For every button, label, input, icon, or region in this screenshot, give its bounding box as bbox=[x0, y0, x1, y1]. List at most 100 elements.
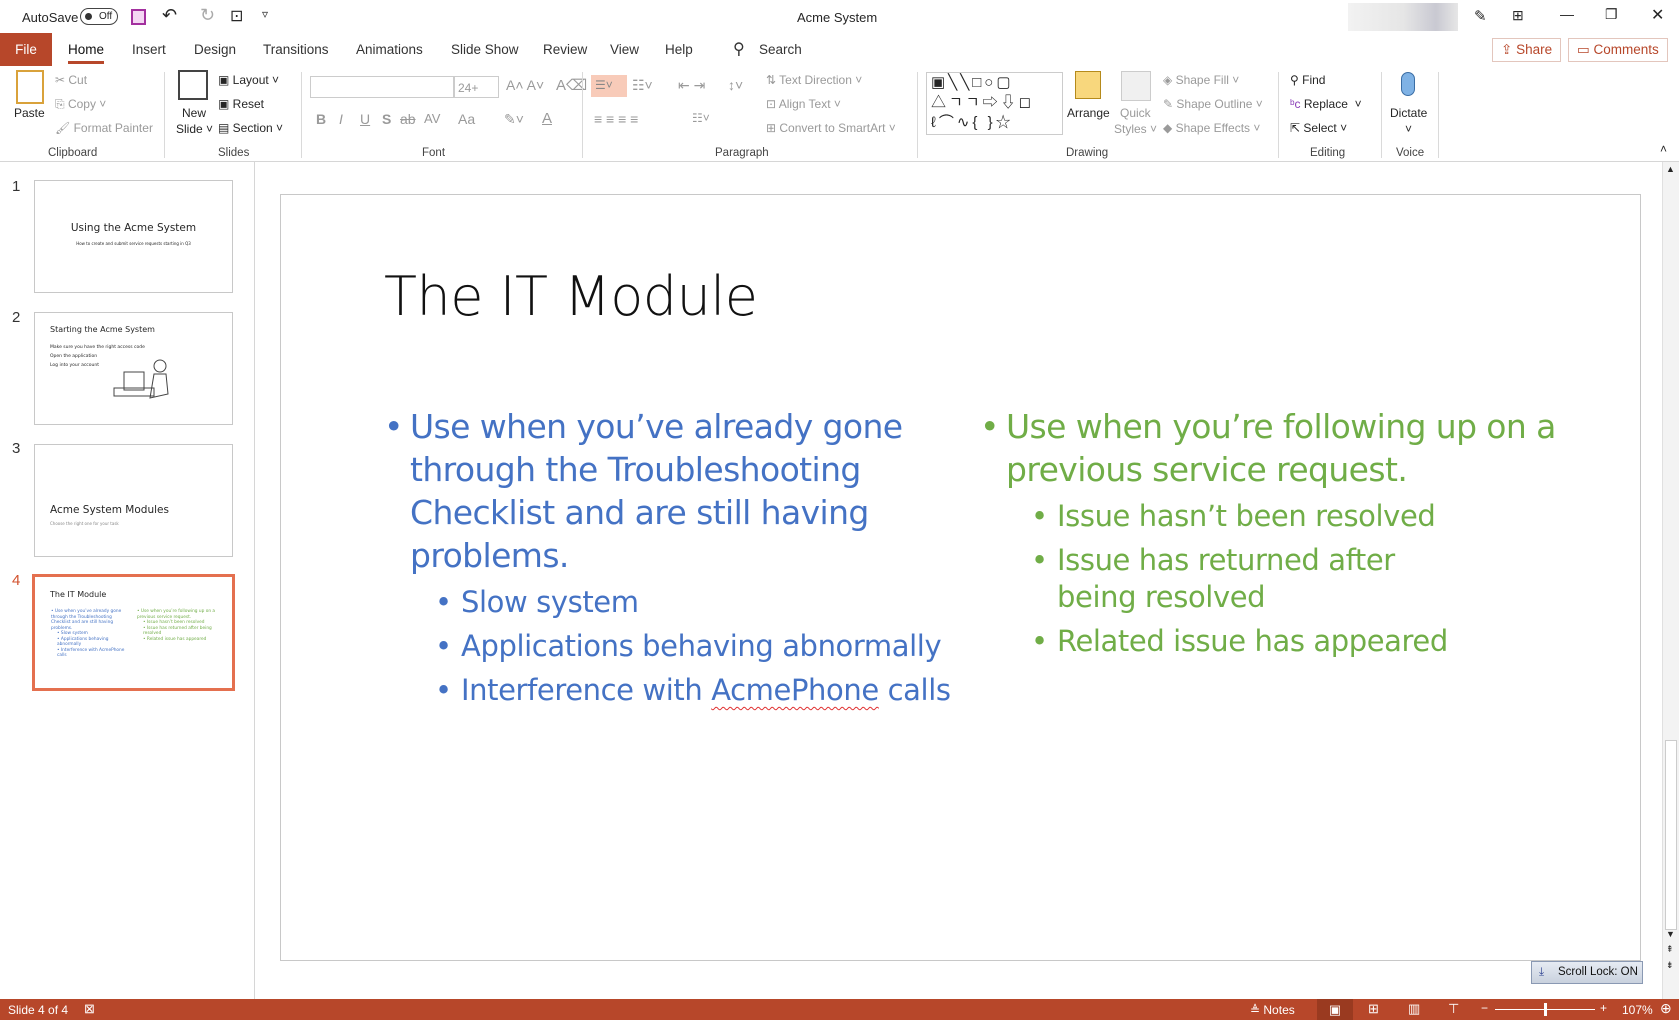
layout-label: Layout bbox=[232, 73, 269, 87]
misspelled-word[interactable]: AcmePhone bbox=[711, 673, 879, 707]
zoom-in-button[interactable]: + bbox=[1600, 1001, 1607, 1015]
minimize-icon[interactable]: — bbox=[1560, 6, 1574, 22]
align-buttons[interactable]: ≡ ≡ ≡ ≡ bbox=[594, 111, 638, 127]
redo-icon[interactable]: ↻ bbox=[200, 5, 215, 26]
microphone-icon[interactable] bbox=[1401, 72, 1415, 96]
cut-button[interactable]: ✂ Cut bbox=[55, 73, 87, 87]
arrange-button[interactable]: Arrange bbox=[1067, 106, 1110, 120]
search-box[interactable]: Search bbox=[759, 42, 802, 57]
smartart-button[interactable]: ⊞ Convert to SmartArt ˅ bbox=[766, 121, 896, 135]
arrange-icon[interactable] bbox=[1075, 71, 1101, 99]
right-content-placeholder[interactable]: Use when you’re following up on a previo… bbox=[980, 405, 1560, 660]
scroll-down-icon[interactable]: ▼ bbox=[1666, 929, 1675, 939]
save-icon[interactable] bbox=[131, 9, 146, 25]
strikethrough-button[interactable]: ab bbox=[400, 111, 416, 127]
slideshow-view-button[interactable]: ⊤ bbox=[1448, 1001, 1459, 1017]
bold-button[interactable]: B bbox=[316, 111, 326, 127]
format-painter-button[interactable]: 🖌 Format Painter bbox=[55, 121, 153, 135]
align-text-button[interactable]: ⊡ Align Text ˅ bbox=[766, 97, 841, 111]
dictate-dropdown[interactable]: ˅ bbox=[1405, 122, 1412, 136]
increase-font-icon[interactable]: A˄ A˅ bbox=[506, 77, 544, 93]
tab-animations[interactable]: Animations bbox=[356, 42, 423, 57]
close-icon[interactable]: ✕ bbox=[1651, 5, 1664, 25]
italic-button[interactable]: I bbox=[339, 111, 343, 127]
slide-thumbnail-2[interactable]: Starting the Acme System Make sure you h… bbox=[34, 312, 233, 425]
restore-icon[interactable]: ❐ bbox=[1605, 6, 1618, 23]
select-button[interactable]: ⇱ Select ˅ bbox=[1290, 121, 1347, 135]
tab-file[interactable]: File bbox=[0, 33, 52, 66]
accessibility-icon[interactable]: ⊠ bbox=[84, 1001, 95, 1017]
shape-outline-button[interactable]: ✎ Shape Outline ˅ bbox=[1163, 97, 1263, 111]
slide-sorter-button[interactable]: ⊞ bbox=[1368, 1001, 1379, 1017]
replace-button[interactable]: ᵇc Replace ˅ bbox=[1290, 97, 1362, 111]
previous-slide-icon[interactable]: ⇞ bbox=[1666, 944, 1674, 955]
notes-button[interactable]: ≜ Notes bbox=[1250, 1003, 1295, 1017]
bullets-button[interactable]: ☰˅ bbox=[591, 75, 627, 97]
comments-button[interactable]: ▭ Comments bbox=[1568, 38, 1668, 62]
zoom-slider-thumb[interactable] bbox=[1544, 1003, 1547, 1016]
indent-buttons[interactable]: ⇤ ⇥ bbox=[678, 77, 705, 94]
new-slide-dropdown[interactable]: Slide ˅ bbox=[176, 122, 213, 136]
next-slide-icon[interactable]: ⇟ bbox=[1666, 960, 1674, 971]
account-avatar[interactable] bbox=[1348, 3, 1458, 31]
fit-to-window-icon[interactable]: ⊕ bbox=[1660, 1000, 1672, 1017]
paste-button[interactable]: Paste bbox=[14, 106, 45, 120]
slide-thumbnail-4[interactable]: The IT Module • Use when you’ve already … bbox=[32, 574, 235, 691]
zoom-out-button[interactable]: − bbox=[1481, 1001, 1488, 1015]
reset-button[interactable]: ▣ Reset bbox=[218, 97, 264, 111]
scrollbar-thumb[interactable] bbox=[1665, 740, 1677, 930]
font-name-input[interactable] bbox=[310, 76, 454, 98]
new-slide-icon[interactable] bbox=[178, 70, 208, 100]
normal-view-button[interactable]: ▣ bbox=[1317, 999, 1353, 1020]
shadow-button[interactable]: S bbox=[382, 111, 391, 127]
shape-effects-button[interactable]: ◆ Shape Effects ˅ bbox=[1163, 121, 1260, 135]
new-slide-button-label[interactable]: New bbox=[182, 106, 206, 120]
slide-thumbnail-1[interactable]: Using the Acme System How to create and … bbox=[34, 180, 233, 293]
line-spacing-button[interactable]: ↕˅ bbox=[728, 77, 743, 93]
customize-toolbar-icon[interactable]: ▿ bbox=[262, 7, 268, 21]
section-button[interactable]: ▤ Section ˅ bbox=[218, 121, 283, 135]
font-color-button[interactable]: A bbox=[542, 110, 552, 127]
tab-transitions[interactable]: Transitions bbox=[263, 42, 329, 57]
zoom-level[interactable]: 107% bbox=[1622, 1003, 1653, 1017]
slide-thumbnail-3[interactable]: Acme System Modules Choose the right one… bbox=[34, 444, 233, 557]
find-button[interactable]: ⚲ Find bbox=[1290, 73, 1325, 87]
shapes-gallery[interactable]: ▣╲╲□○▢ △ㄱㄱ⇨⇩◻ ℓ⌒∿{ }☆ bbox=[926, 72, 1063, 135]
tab-design[interactable]: Design bbox=[194, 42, 236, 57]
highlight-icon[interactable]: ✎˅ bbox=[504, 111, 524, 128]
share-button[interactable]: ⇪ Share bbox=[1492, 38, 1562, 62]
font-size-input[interactable]: 24+ bbox=[454, 76, 499, 98]
undo-icon[interactable]: ↶ bbox=[162, 5, 177, 26]
present-icon[interactable]: ⊡ bbox=[230, 6, 243, 26]
autosave-toggle[interactable]: Off bbox=[80, 8, 118, 25]
tab-help[interactable]: Help bbox=[665, 42, 693, 57]
collapse-ribbon-icon[interactable]: ˄ bbox=[1660, 142, 1667, 156]
paste-icon[interactable] bbox=[16, 70, 44, 104]
tab-insert[interactable]: Insert bbox=[132, 42, 166, 57]
shape-fill-button[interactable]: ◈ Shape Fill ˅ bbox=[1163, 73, 1239, 87]
ribbon-display-icon[interactable]: ⊞ bbox=[1512, 7, 1524, 24]
quick-styles-dropdown[interactable]: Styles ˅ bbox=[1114, 122, 1157, 136]
tab-home[interactable]: Home bbox=[68, 42, 105, 64]
slide-canvas[interactable]: The IT Module Use when you’ve already go… bbox=[280, 194, 1641, 961]
quick-styles-button[interactable]: Quick bbox=[1120, 106, 1151, 120]
reading-view-button[interactable]: ▥ bbox=[1408, 1001, 1420, 1017]
columns-button[interactable]: ☷˅ bbox=[692, 111, 710, 125]
vertical-scrollbar[interactable]: ▲ ▼ ⇞ ⇟ bbox=[1662, 162, 1679, 999]
tab-review[interactable]: Review bbox=[543, 42, 587, 57]
underline-button[interactable]: U bbox=[360, 111, 370, 127]
slide-title[interactable]: The IT Module bbox=[384, 265, 758, 328]
dictate-button[interactable]: Dictate bbox=[1390, 106, 1427, 120]
character-spacing-button[interactable]: AV bbox=[424, 111, 440, 126]
change-case-button[interactable]: Aa bbox=[458, 111, 475, 127]
numbering-button[interactable]: ☷˅ bbox=[632, 77, 653, 94]
copy-button[interactable]: ⎘ Copy ˅ bbox=[55, 97, 106, 112]
scroll-up-icon[interactable]: ▲ bbox=[1666, 164, 1675, 174]
layout-button[interactable]: ▣ Layout ˅ bbox=[218, 73, 279, 87]
left-content-placeholder[interactable]: Use when you’ve already gone through the… bbox=[384, 405, 951, 709]
tab-slide-show[interactable]: Slide Show bbox=[451, 42, 519, 57]
designer-icon[interactable]: ✎ bbox=[1474, 7, 1487, 25]
tab-view[interactable]: View bbox=[610, 42, 639, 57]
text-direction-button[interactable]: ⇅ Text Direction ˅ bbox=[766, 73, 862, 87]
quick-styles-icon[interactable] bbox=[1121, 71, 1151, 101]
